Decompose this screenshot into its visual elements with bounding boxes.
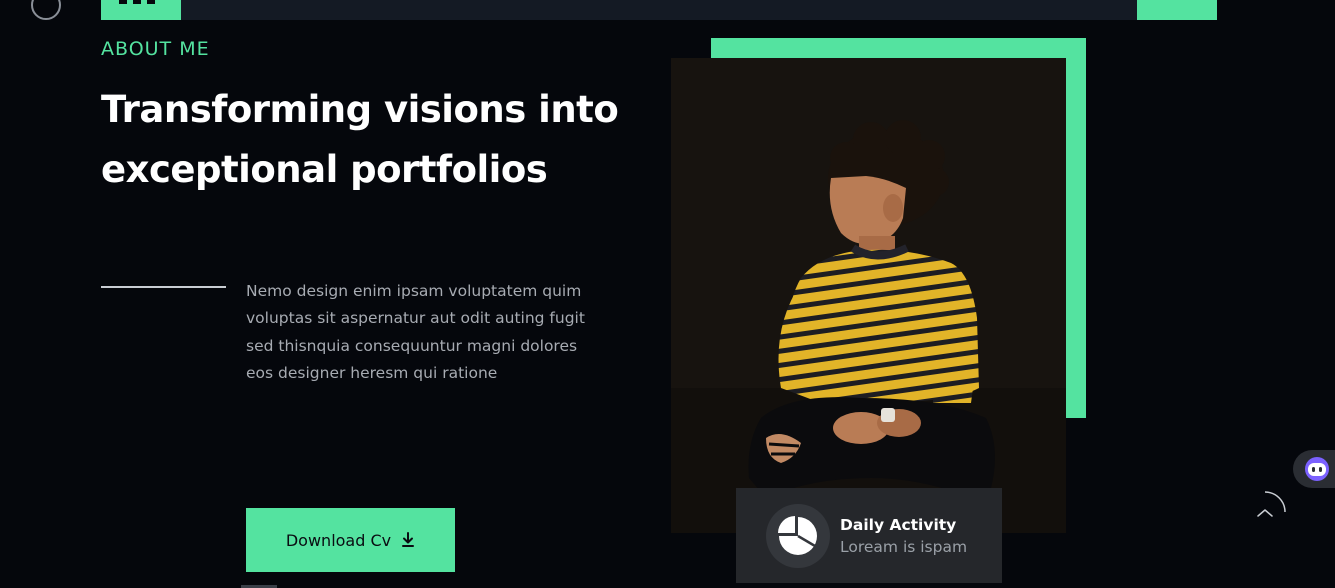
download-cv-button[interactable]: Download Cv [246, 508, 455, 572]
logo-block[interactable] [101, 0, 181, 20]
logo-mark [119, 0, 159, 4]
scroll-to-top-button[interactable] [1243, 490, 1287, 534]
activity-title: Daily Activity [840, 515, 957, 534]
download-icon [402, 532, 415, 547]
profile-photo-illustration [671, 58, 1066, 533]
cursor-circle-icon [31, 0, 61, 20]
activity-subtitle: Loream is ispam [840, 537, 968, 556]
profile-photo [671, 58, 1066, 533]
divider-line [101, 286, 226, 288]
section-eyebrow: ABOUT ME [101, 38, 210, 60]
download-cv-label: Download Cv [285, 530, 392, 550]
nav-cta-block[interactable] [1137, 0, 1217, 20]
chat-bot-icon [1305, 457, 1329, 481]
pie-chart-icon [778, 515, 817, 555]
activity-icon-badge [766, 503, 830, 568]
headline-line-2: exceptional portfolios [101, 148, 548, 191]
headline-line-1: Transforming visions into [101, 88, 619, 131]
activity-text-block: Daily Activity Loream is ispam [840, 516, 967, 556]
section-headline: Transforming visions into exceptional po… [101, 80, 641, 200]
chevron-up-icon [1257, 491, 1286, 517]
top-navigation-bar [101, 0, 1217, 20]
about-paragraph: Nemo design enim ipsam voluptatem quim v… [246, 282, 585, 382]
chat-widget-button[interactable] [1293, 450, 1335, 488]
daily-activity-card: Daily Activity Loream is ispam [736, 488, 1002, 583]
